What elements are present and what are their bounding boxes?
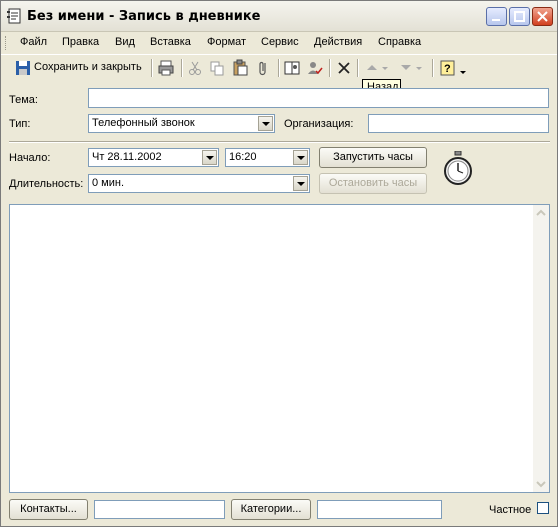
start-time-select[interactable]: 16:20 (225, 148, 310, 167)
print-icon[interactable] (157, 59, 175, 77)
journal-icon (7, 8, 23, 24)
menu-bar: Файл Правка Вид Вставка Формат Сервис Де… (1, 32, 557, 53)
menu-insert[interactable]: Вставка (150, 36, 191, 48)
maximize-icon (514, 11, 525, 22)
paste-icon[interactable] (231, 59, 249, 77)
save-icon (15, 60, 33, 78)
toolbar-separator (329, 59, 331, 77)
maximize-button[interactable] (509, 7, 530, 26)
journal-entry-window: Без имени - Запись в дневнике Файл Правк… (0, 0, 558, 527)
notes-scrollbar[interactable] (533, 205, 549, 492)
title-bar: Без имени - Запись в дневнике (1, 1, 557, 32)
start-date-value: Чт 28.11.2002 (92, 151, 162, 163)
company-input[interactable] (368, 114, 549, 133)
chevron-down-icon[interactable] (258, 116, 273, 131)
chevron-down-icon[interactable] (202, 150, 217, 165)
stop-timer-button[interactable]: Остановить часы (319, 173, 427, 194)
duration-value: 0 мин. (92, 177, 125, 189)
toolbar-separator (278, 59, 280, 77)
type-label: Тип: (9, 118, 31, 130)
subject-input[interactable] (88, 88, 549, 108)
delete-icon[interactable] (335, 59, 353, 77)
divider (9, 141, 550, 143)
chevron-down-icon[interactable] (293, 150, 308, 165)
private-label: Частное (489, 504, 532, 516)
attach-icon[interactable] (255, 59, 273, 77)
check-names-icon[interactable] (306, 59, 324, 77)
scroll-down-icon[interactable] (533, 476, 549, 492)
menu-tools[interactable]: Сервис (261, 36, 299, 48)
save-and-close-label: Сохранить и закрыть (34, 61, 142, 73)
chevron-down-icon[interactable] (293, 176, 308, 191)
private-checkbox[interactable] (537, 502, 549, 514)
save-and-close-button[interactable]: Сохранить и закрыть (13, 57, 147, 79)
scroll-up-icon[interactable] (533, 205, 549, 221)
duration-label: Длительность: (9, 178, 84, 190)
duration-select[interactable]: 0 мин. (88, 174, 310, 193)
subject-label: Тема: (9, 94, 38, 106)
close-button[interactable] (532, 7, 553, 26)
close-icon (537, 11, 548, 22)
minimize-icon (492, 19, 500, 21)
notes-textarea[interactable] (9, 204, 550, 493)
menu-edit[interactable]: Правка (62, 36, 99, 48)
help-icon[interactable]: ? (439, 59, 466, 77)
categories-button[interactable]: Категории... (231, 499, 311, 520)
menu-file[interactable]: Файл (20, 36, 47, 48)
toolbar-separator (357, 59, 359, 77)
start-timer-button[interactable]: Запустить часы (319, 147, 427, 168)
stopwatch-icon (442, 150, 474, 187)
start-date-select[interactable]: Чт 28.11.2002 (88, 148, 219, 167)
contacts-input[interactable] (94, 500, 225, 519)
copy-icon[interactable] (208, 59, 226, 77)
menu-format[interactable]: Формат (207, 36, 246, 48)
menu-view[interactable]: Вид (115, 36, 135, 48)
menu-grip[interactable] (5, 36, 9, 50)
minimize-button[interactable] (486, 7, 507, 26)
toolbar-separator (432, 59, 434, 77)
company-label: Организация: (284, 118, 354, 130)
start-time-value: 16:20 (229, 151, 257, 163)
cut-icon[interactable] (186, 59, 204, 77)
menu-help[interactable]: Справка (378, 36, 421, 48)
address-book-icon[interactable] (283, 59, 301, 77)
previous-item-icon[interactable] (363, 59, 388, 77)
categories-input[interactable] (317, 500, 442, 519)
toolbar: Сохранить и закрыть ? (1, 54, 557, 81)
menu-actions[interactable]: Действия (314, 36, 362, 48)
window-title: Без имени - Запись в дневнике (27, 9, 261, 24)
next-item-icon[interactable] (397, 59, 422, 77)
svg-text:?: ? (444, 63, 451, 75)
toolbar-separator (151, 59, 153, 77)
type-select[interactable]: Телефонный звонок (88, 114, 275, 133)
type-value: Телефонный звонок (92, 117, 195, 129)
start-label: Начало: (9, 152, 51, 164)
contacts-button[interactable]: Контакты... (9, 499, 88, 520)
toolbar-separator (181, 59, 183, 77)
